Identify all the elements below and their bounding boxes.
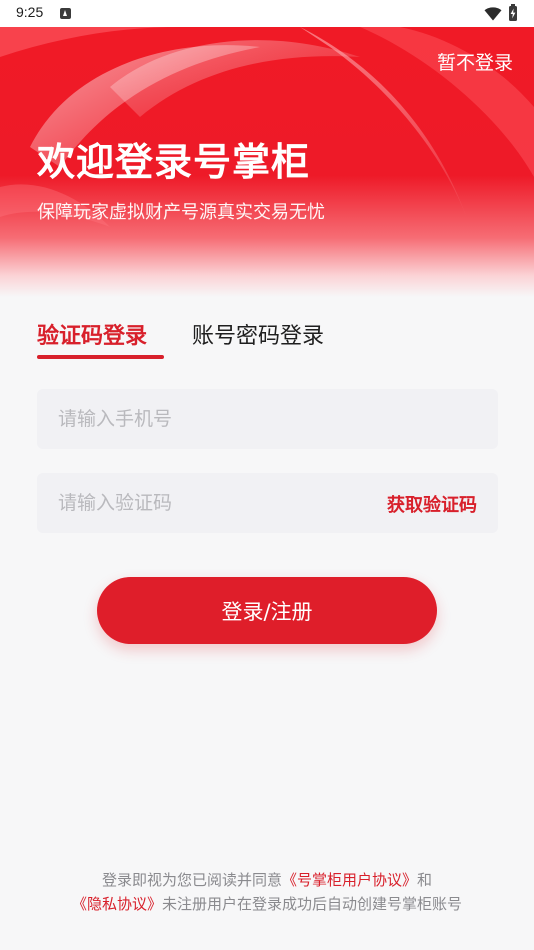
page-subtitle: 保障玩家虚拟财产号源真实交易无忧 xyxy=(37,202,325,223)
hero-banner: 暂不登录 欢迎登录号掌柜 保障玩家虚拟财产号源真实交易无忧 xyxy=(0,27,534,297)
code-field: 获取验证码 xyxy=(37,473,498,533)
phone-input[interactable] xyxy=(37,389,498,449)
agreement-and: 和 xyxy=(417,871,433,889)
get-code-button[interactable]: 获取验证码 xyxy=(387,491,477,517)
page-title: 欢迎登录号掌柜 xyxy=(37,140,311,184)
login-screen: 9:25 暂不登录 欢迎登录号掌柜 保障玩家虚拟财产号源真实交易无忧 验证码登录… xyxy=(0,0,534,950)
agreement-prefix: 登录即视为您已阅读并同意 xyxy=(101,871,282,889)
tab-sms-login[interactable]: 验证码登录 xyxy=(37,318,147,350)
phone-field xyxy=(37,389,498,449)
verification-code-input[interactable] xyxy=(37,473,357,533)
wifi-icon xyxy=(484,6,502,21)
status-time: 9:25 xyxy=(16,4,44,20)
battery-icon xyxy=(509,4,517,21)
login-register-button[interactable]: 登录/注册 xyxy=(97,577,437,644)
notification-icon xyxy=(60,8,71,19)
agreement-suffix: 未注册用户在登录成功后自动创建号掌柜账号 xyxy=(162,895,463,913)
user-agreement-link[interactable]: 《号掌柜用户协议》 xyxy=(282,871,417,889)
active-tab-indicator xyxy=(37,355,164,359)
skip-login-link[interactable]: 暂不登录 xyxy=(437,48,513,75)
privacy-policy-link[interactable]: 《隐私协议》 xyxy=(72,895,162,913)
agreement-text: 登录即视为您已阅读并同意《号掌柜用户协议》和《隐私协议》未注册用户在登录成功后自… xyxy=(30,868,504,916)
status-bar: 9:25 xyxy=(0,0,534,27)
tab-password-login[interactable]: 账号密码登录 xyxy=(192,318,324,350)
